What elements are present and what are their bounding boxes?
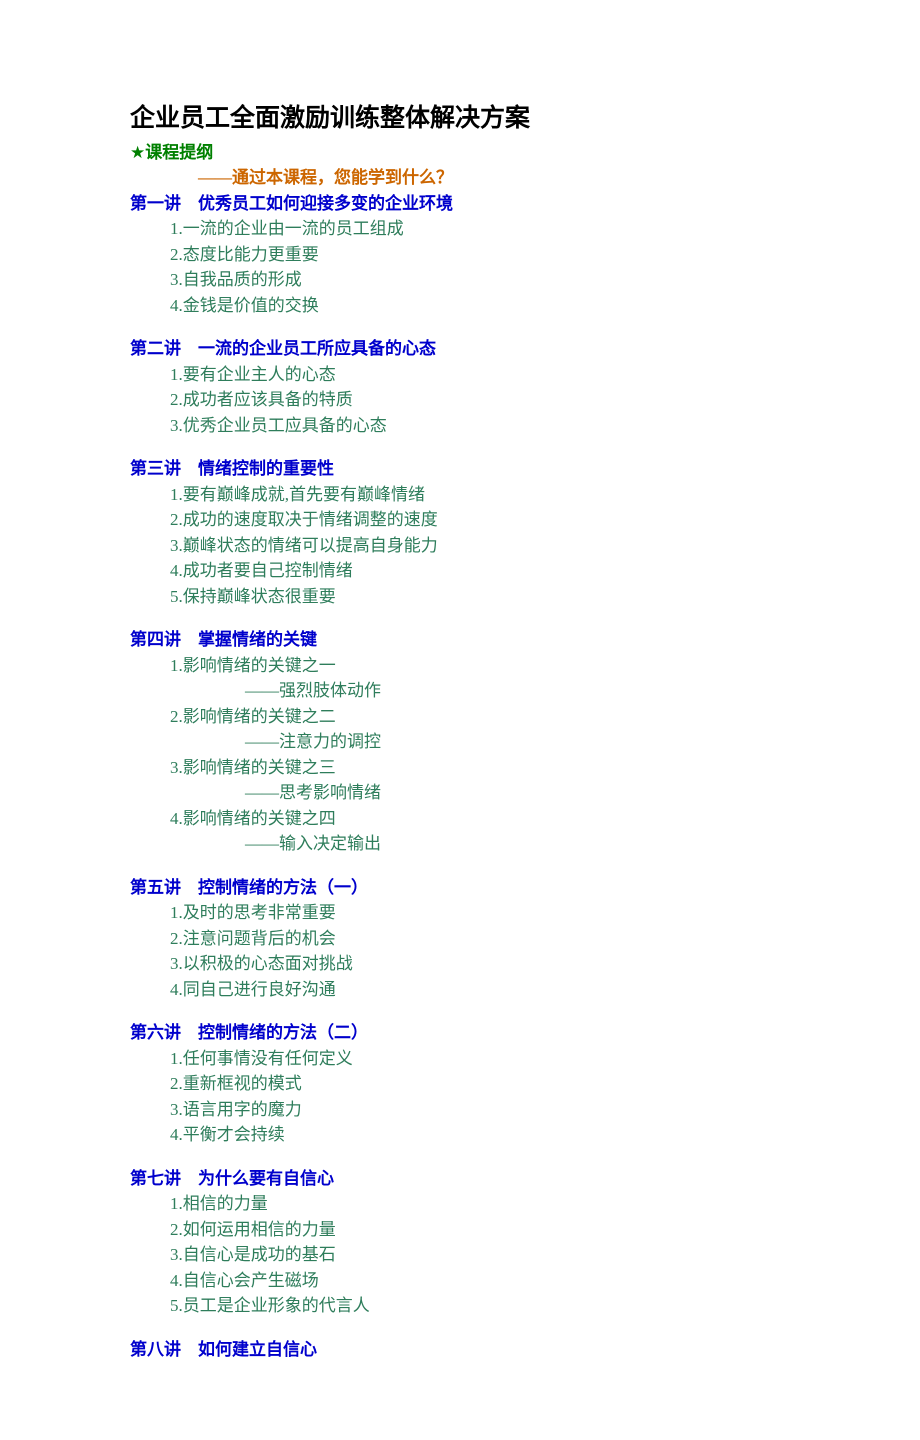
outline-item: 4.金钱是价值的交换 — [170, 293, 790, 319]
outline-item: 5.员工是企业形象的代言人 — [170, 1293, 790, 1319]
outline-item: 4.成功者要自己控制情绪 — [170, 558, 790, 584]
lecture-block: 第七讲 为什么要有自信心1.相信的力量2.如何运用相信的力量3.自信心是成功的基… — [130, 1166, 790, 1319]
lecture-block: 第六讲 控制情绪的方法（二）1.任何事情没有任何定义2.重新框视的模式3.语言用… — [130, 1020, 790, 1148]
lecture-title: 第五讲 控制情绪的方法（一） — [130, 875, 790, 901]
outline-subitem: ——注意力的调控 — [245, 729, 790, 755]
lecture-title: 第七讲 为什么要有自信心 — [130, 1166, 790, 1192]
subtitle: ——通过本课程，您能学到什么？ — [198, 165, 790, 191]
outline-item: 1.及时的思考非常重要 — [170, 900, 790, 926]
lecture-block: 第三讲 情绪控制的重要性1.要有巅峰成就,首先要有巅峰情绪2.成功的速度取决于情… — [130, 456, 790, 609]
outline-item: 4.同自己进行良好沟通 — [170, 977, 790, 1003]
outline-item: 2.重新框视的模式 — [170, 1071, 790, 1097]
outline-item: 3.影响情绪的关键之三 — [170, 755, 790, 781]
outline-item: 2.态度比能力更重要 — [170, 242, 790, 268]
outline-subitem: ——输入决定输出 — [245, 831, 790, 857]
document-title: 企业员工全面激励训练整体解决方案 — [130, 100, 790, 138]
outline-item: 2.注意问题背后的机会 — [170, 926, 790, 952]
outline-item: 4.影响情绪的关键之四 — [170, 806, 790, 832]
section-header-line: ★课程提纲 — [130, 140, 790, 166]
outline-item: 1.要有巅峰成就,首先要有巅峰情绪 — [170, 482, 790, 508]
outline-item: 1.相信的力量 — [170, 1191, 790, 1217]
outline-item: 3.巅峰状态的情绪可以提高自身能力 — [170, 533, 790, 559]
outline-item: 2.成功的速度取决于情绪调整的速度 — [170, 507, 790, 533]
outline-item: 3.优秀企业员工应具备的心态 — [170, 413, 790, 439]
lecture-block: 第二讲 一流的企业员工所应具备的心态1.要有企业主人的心态2.成功者应该具备的特… — [130, 336, 790, 438]
lecture-title: 第一讲 优秀员工如何迎接多变的企业环境 — [130, 191, 790, 217]
lecture-block: 第一讲 优秀员工如何迎接多变的企业环境1.一流的企业由一流的员工组成2.态度比能… — [130, 191, 790, 319]
outline-item: 3.语言用字的魔力 — [170, 1097, 790, 1123]
outline-item: 2.影响情绪的关键之二 — [170, 704, 790, 730]
lecture-title: 第四讲 掌握情绪的关键 — [130, 627, 790, 653]
lecture-title: 第三讲 情绪控制的重要性 — [130, 456, 790, 482]
outline-item: 4.平衡才会持续 — [170, 1122, 790, 1148]
outline-item: 2.如何运用相信的力量 — [170, 1217, 790, 1243]
lecture-title: 第二讲 一流的企业员工所应具备的心态 — [130, 336, 790, 362]
outline-item: 1.一流的企业由一流的员工组成 — [170, 216, 790, 242]
section-header: 课程提纲 — [145, 143, 213, 162]
outline-subitem: ——强烈肢体动作 — [245, 678, 790, 704]
outline-item: 4.自信心会产生磁场 — [170, 1268, 790, 1294]
lecture-title: 第八讲 如何建立自信心 — [130, 1337, 790, 1363]
outline-item: 2.成功者应该具备的特质 — [170, 387, 790, 413]
lectures-container: 第一讲 优秀员工如何迎接多变的企业环境1.一流的企业由一流的员工组成2.态度比能… — [130, 191, 790, 1363]
lecture-block: 第八讲 如何建立自信心 — [130, 1337, 790, 1363]
outline-subitem: ——思考影响情绪 — [245, 780, 790, 806]
outline-item: 3.自我品质的形成 — [170, 267, 790, 293]
lecture-block: 第五讲 控制情绪的方法（一）1.及时的思考非常重要2.注意问题背后的机会3.以积… — [130, 875, 790, 1003]
outline-item: 3.自信心是成功的基石 — [170, 1242, 790, 1268]
lecture-title: 第六讲 控制情绪的方法（二） — [130, 1020, 790, 1046]
outline-item: 5.保持巅峰状态很重要 — [170, 584, 790, 610]
lecture-block: 第四讲 掌握情绪的关键1.影响情绪的关键之一——强烈肢体动作2.影响情绪的关键之… — [130, 627, 790, 857]
outline-item: 1.任何事情没有任何定义 — [170, 1046, 790, 1072]
star-icon: ★ — [130, 143, 145, 162]
outline-item: 1.要有企业主人的心态 — [170, 362, 790, 388]
outline-item: 3.以积极的心态面对挑战 — [170, 951, 790, 977]
outline-item: 1.影响情绪的关键之一 — [170, 653, 790, 679]
